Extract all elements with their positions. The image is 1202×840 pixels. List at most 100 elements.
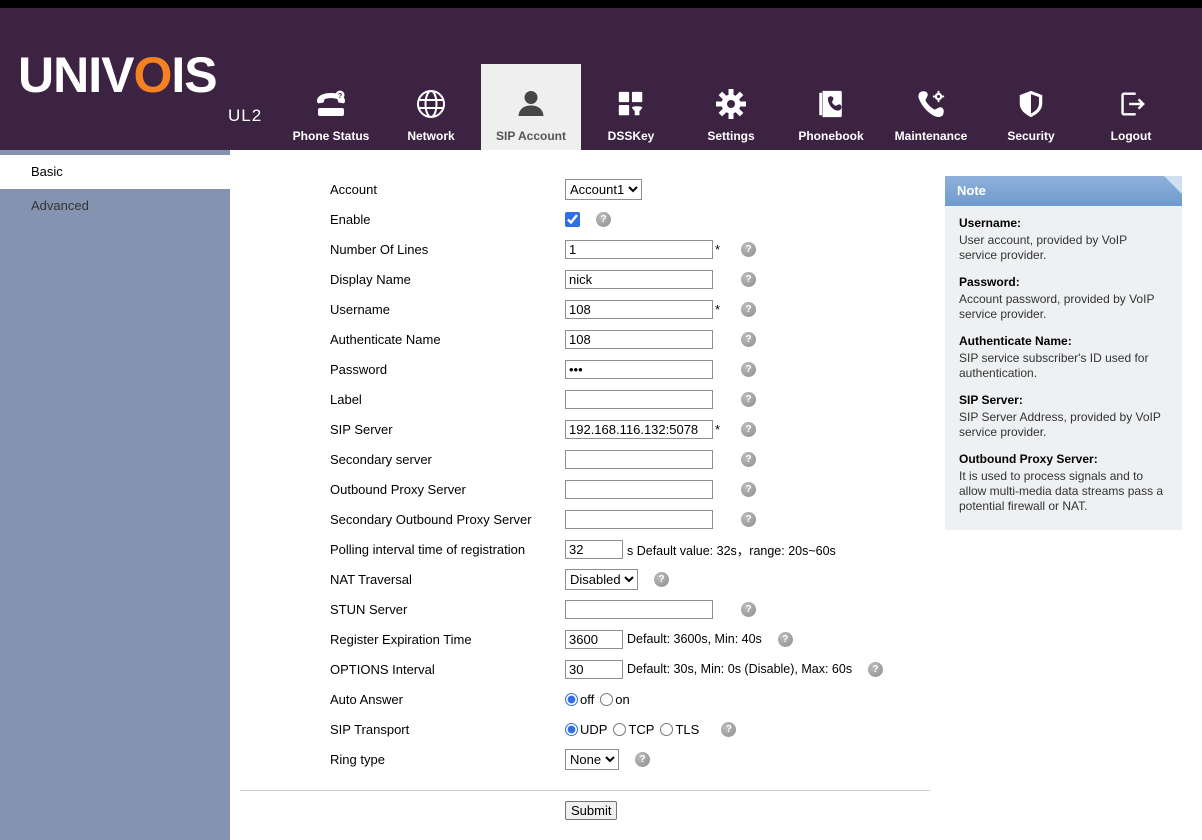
help-icon[interactable]: ?: [741, 302, 756, 317]
field-label: Authenticate Name: [330, 332, 565, 347]
form-divider: [240, 790, 930, 791]
main-panel: Account Account1 Enable ? Number Of Line…: [230, 150, 1202, 840]
tab-label: Security: [1007, 129, 1054, 143]
maintenance-icon: [916, 84, 946, 124]
logo-o: O: [133, 47, 171, 103]
ring-type-select[interactable]: None: [565, 749, 619, 770]
sip-transport-udp-radio[interactable]: [565, 723, 578, 736]
required-asterisk: *: [715, 422, 725, 437]
form-row-sip-transport: SIP Transport UDP TCP TLS ?: [230, 714, 1202, 744]
auto-answer-on-radio[interactable]: [600, 693, 613, 706]
register-expiration-input[interactable]: [565, 630, 623, 649]
tab-phone-status[interactable]: ? Phone Status: [281, 64, 381, 150]
secondary-server-input[interactable]: [565, 450, 713, 469]
page-fold-icon: [1164, 176, 1182, 194]
tab-logout[interactable]: Logout: [1081, 64, 1181, 150]
options-interval-input[interactable]: [565, 660, 623, 679]
dsskey-icon: [616, 84, 646, 124]
form-row-polling-interval: Polling interval time of registration s …: [230, 534, 1202, 564]
nav-tabs: ? Phone Status Network SI: [281, 64, 1181, 150]
enable-checkbox[interactable]: [565, 212, 580, 227]
radio-label: TLS: [675, 722, 699, 737]
help-icon[interactable]: ?: [741, 512, 756, 527]
help-icon[interactable]: ?: [654, 572, 669, 587]
polling-interval-input[interactable]: [565, 540, 623, 559]
logout-icon: [1116, 84, 1146, 124]
field-label: SIP Transport: [330, 722, 565, 737]
field-label: NAT Traversal: [330, 572, 565, 587]
note-entry-heading: SIP Server:: [959, 393, 1168, 408]
tab-settings[interactable]: Settings: [681, 64, 781, 150]
password-input[interactable]: [565, 360, 713, 379]
help-icon[interactable]: ?: [741, 272, 756, 287]
header: UNIVOIS UL2 ? Phone Status: [0, 8, 1202, 150]
note-body: Username: User account, provided by VoIP…: [945, 206, 1182, 530]
stun-server-input[interactable]: [565, 600, 713, 619]
sip-transport-tcp-radio[interactable]: [613, 723, 626, 736]
tab-label: Settings: [707, 129, 754, 143]
number-of-lines-input[interactable]: [565, 240, 713, 259]
sidebar-item-advanced[interactable]: Advanced: [0, 189, 230, 223]
help-icon[interactable]: ?: [741, 422, 756, 437]
help-icon[interactable]: ?: [741, 452, 756, 467]
security-icon: [1016, 84, 1046, 124]
note-entry-heading: Password:: [959, 275, 1168, 290]
display-name-input[interactable]: [565, 270, 713, 289]
secondary-outbound-proxy-input[interactable]: [565, 510, 713, 529]
username-input[interactable]: [565, 300, 713, 319]
sip-transport-tls-radio[interactable]: [660, 723, 673, 736]
form-row-nat-traversal: NAT Traversal Disabled ?: [230, 564, 1202, 594]
help-icon[interactable]: ?: [868, 662, 883, 677]
logo-text: UNIV: [18, 47, 133, 103]
required-asterisk: *: [715, 302, 725, 317]
sip-server-input[interactable]: [565, 420, 713, 439]
radio-label: UDP: [580, 722, 607, 737]
outbound-proxy-input[interactable]: [565, 480, 713, 499]
phone-status-icon: ?: [315, 84, 347, 124]
tab-label: Phone Status: [293, 129, 370, 143]
field-label: Secondary server: [330, 452, 565, 467]
tab-security[interactable]: Security: [981, 64, 1081, 150]
help-icon[interactable]: ?: [741, 482, 756, 497]
field-label: Username: [330, 302, 565, 317]
help-icon[interactable]: ?: [741, 242, 756, 257]
note-entry: Username: User account, provided by VoIP…: [959, 216, 1168, 263]
tab-phonebook[interactable]: Phonebook: [781, 64, 881, 150]
note-entry: Outbound Proxy Server: It is used to pro…: [959, 452, 1168, 514]
tab-sip-account[interactable]: SIP Account: [481, 64, 581, 150]
field-label: SIP Server: [330, 422, 565, 437]
help-icon[interactable]: ?: [596, 212, 611, 227]
help-icon[interactable]: ?: [741, 392, 756, 407]
nat-traversal-select[interactable]: Disabled: [565, 569, 638, 590]
help-icon[interactable]: ?: [741, 332, 756, 347]
settings-icon: [715, 84, 747, 124]
form-row-register-expiration: Register Expiration Time Default: 3600s,…: [230, 624, 1202, 654]
tab-maintenance[interactable]: Maintenance: [881, 64, 981, 150]
help-icon[interactable]: ?: [741, 362, 756, 377]
tab-label: Logout: [1111, 129, 1152, 143]
tab-label: Maintenance: [895, 129, 968, 143]
form-row-stun-server: STUN Server ?: [230, 594, 1202, 624]
sip-account-icon: [515, 84, 547, 124]
tab-dsskey[interactable]: DSSKey: [581, 64, 681, 150]
auto-answer-off-radio[interactable]: [565, 693, 578, 706]
note-entry: Authenticate Name: SIP service subscribe…: [959, 334, 1168, 381]
help-icon[interactable]: ?: [741, 602, 756, 617]
logo-text: IS: [171, 47, 216, 103]
note-entry: SIP Server: SIP Server Address, provided…: [959, 393, 1168, 440]
help-icon[interactable]: ?: [721, 722, 736, 737]
help-icon[interactable]: ?: [635, 752, 650, 767]
sidebar-item-basic[interactable]: Basic: [0, 155, 230, 189]
note-entry-text: SIP Server Address, provided by VoIP ser…: [959, 410, 1168, 440]
tab-network[interactable]: Network: [381, 64, 481, 150]
field-label: STUN Server: [330, 602, 565, 617]
label-input[interactable]: [565, 390, 713, 409]
help-icon[interactable]: ?: [778, 632, 793, 647]
field-label: Label: [330, 392, 565, 407]
radio-label: off: [580, 692, 594, 707]
account-select[interactable]: Account1: [565, 179, 642, 200]
field-hint: Default: 3600s, Min: 40s: [627, 632, 762, 646]
submit-button[interactable]: Submit: [565, 801, 617, 820]
note-header: Note: [945, 176, 1182, 206]
authenticate-name-input[interactable]: [565, 330, 713, 349]
